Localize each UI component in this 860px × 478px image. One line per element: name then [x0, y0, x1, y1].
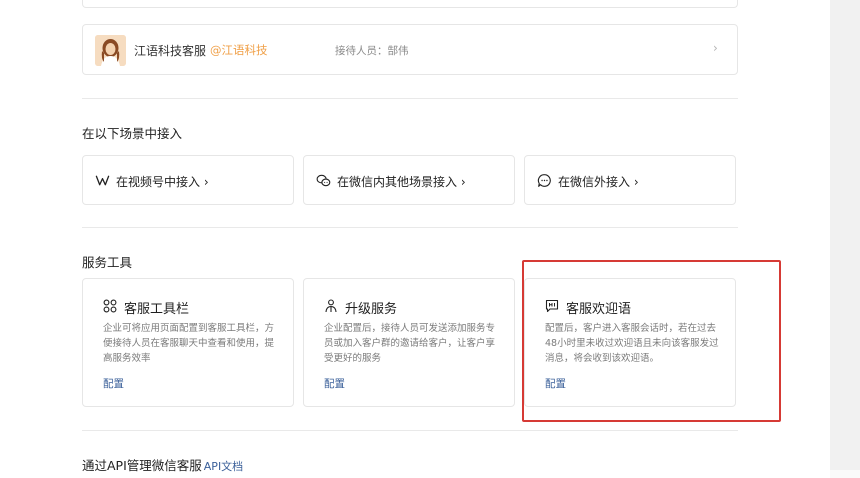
previous-card-bottom — [82, 0, 738, 8]
scene-card-wechat-other[interactable]: 在微信内其他场景接入 › — [303, 155, 515, 205]
wechat-chat-icon — [316, 174, 331, 187]
grid-icon — [103, 299, 117, 313]
api-section-title: 通过API管理微信客服 — [82, 458, 202, 473]
avatar-portrait-icon — [95, 35, 126, 66]
configure-link[interactable]: 配置 — [103, 376, 124, 391]
scene-card-label: 在微信内其他场景接入 › — [337, 175, 466, 189]
upgrade-person-icon — [325, 299, 337, 313]
vertical-scrollbar[interactable] — [830, 0, 860, 478]
tool-title: 客服工具栏 — [124, 302, 190, 317]
scrollbar-bottom-gap — [830, 470, 860, 478]
chevron-right-icon[interactable]: › — [713, 41, 725, 57]
section-divider — [82, 227, 738, 228]
scene-card-outside-wechat[interactable]: 在微信外接入 › — [524, 155, 736, 205]
tool-description: 企业配置后，接待人员可发送添加服务专员或加入客户群的邀请给客户，让客户享受更好的… — [324, 323, 496, 364]
account-org: @江语科技 — [210, 43, 268, 57]
scene-card-label: 在视频号中接入 › — [116, 175, 209, 189]
tool-title: 升级服务 — [345, 302, 398, 317]
api-section: 通过API管理微信客服 API文档 — [82, 455, 243, 474]
configure-link[interactable]: 配置 — [324, 376, 345, 391]
section-divider — [82, 430, 738, 431]
scenes-section-title: 在以下场景中接入 — [82, 126, 183, 141]
api-docs-link[interactable]: API文档 — [204, 460, 243, 473]
customer-service-account-card[interactable]: 江语科技客服 @江语科技 接待人员：郜伟 › — [82, 24, 738, 75]
avatar — [95, 35, 126, 66]
tool-card-upgrade-service: 升级服务 企业配置后，接待人员可发送添加服务专员或加入客户群的邀请给客户，让客户… — [303, 278, 515, 407]
tool-card-toolbar: 客服工具栏 企业可将应用页面配置到客服工具栏，方便接待人员在客服聊天中查看和使用… — [82, 278, 294, 407]
account-name: 江语科技客服 — [134, 44, 207, 58]
tools-section-title: 服务工具 — [82, 255, 133, 270]
speech-bubble-icon — [537, 174, 551, 187]
section-divider — [82, 98, 738, 99]
tool-description: 企业可将应用页面配置到客服工具栏，方便接待人员在客服聊天中查看和使用，提高服务效… — [103, 323, 275, 364]
staff-label: 接待人员：郜伟 — [335, 45, 409, 57]
channels-icon — [95, 175, 110, 186]
highlight-annotation-box — [522, 260, 781, 422]
scene-card-channels[interactable]: 在视频号中接入 › — [82, 155, 294, 205]
scene-card-label: 在微信外接入 › — [558, 175, 639, 189]
